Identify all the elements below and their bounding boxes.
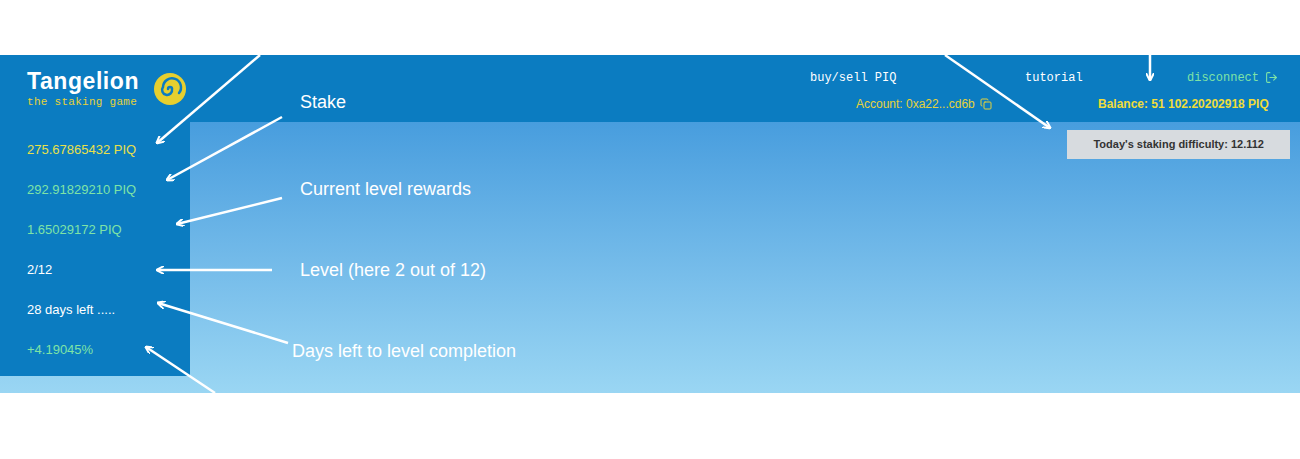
logo-title: Tangelion (27, 68, 139, 94)
logo-subtitle: the staking game (27, 94, 139, 110)
disconnect-button[interactable]: disconnect (1187, 69, 1278, 87)
arrow-icon (177, 198, 282, 224)
annotation-label: Stake (300, 90, 346, 114)
annotation-label: Current level rewards (300, 177, 471, 201)
account-address[interactable]: Account: 0xa22...cd6b (856, 95, 1098, 113)
header-bar: Tangelionthe staking game buy/sell PIQtut… (0, 55, 1300, 122)
balance: Balance: 51 102.20202918 PIQ (1098, 95, 1269, 113)
arrow-icon (157, 55, 260, 143)
buy-sell-link[interactable]: buy/sell PIQ (810, 69, 1025, 87)
sidebar-item: 292.91829210 PIQ (27, 170, 190, 210)
arrow-icon (146, 347, 215, 393)
sidebar-item: 1.65029172 PIQ (27, 210, 190, 250)
app-screen: Tangelionthe staking game buy/sell PIQtut… (0, 55, 1300, 393)
annotation-label: Level (here 2 out of 12) (300, 258, 486, 282)
sidebar-item: 2/12 (27, 250, 190, 290)
annotation-label: Days left to level completion (292, 339, 516, 363)
annotation-arrows (0, 0, 1300, 459)
arrow-icon (1149, 55, 1152, 80)
difficulty-badge: Today's staking difficulty: 12.112 (1067, 130, 1290, 159)
arrow-icon (158, 303, 288, 343)
arrow-icon (167, 117, 282, 180)
sidebar-item: 275.67865432 PIQ (27, 130, 190, 170)
logout-icon (1265, 71, 1278, 84)
sidebar-item: 28 days left ..... (27, 290, 190, 330)
arrow-icon (157, 269, 272, 272)
arrow-icon (945, 55, 1050, 128)
tutorial-link[interactable]: tutorial (1025, 69, 1187, 87)
sidebar: 275.67865432 PIQ292.91829210 PIQ1.650291… (0, 122, 190, 376)
logo[interactable]: Tangelionthe staking game (27, 68, 187, 110)
copy-icon[interactable] (980, 98, 992, 110)
page: Tangelionthe staking game buy/sell PIQtut… (0, 0, 1300, 459)
swirl-logo-icon (153, 72, 187, 106)
sidebar-item: +4.19045% (27, 330, 190, 370)
